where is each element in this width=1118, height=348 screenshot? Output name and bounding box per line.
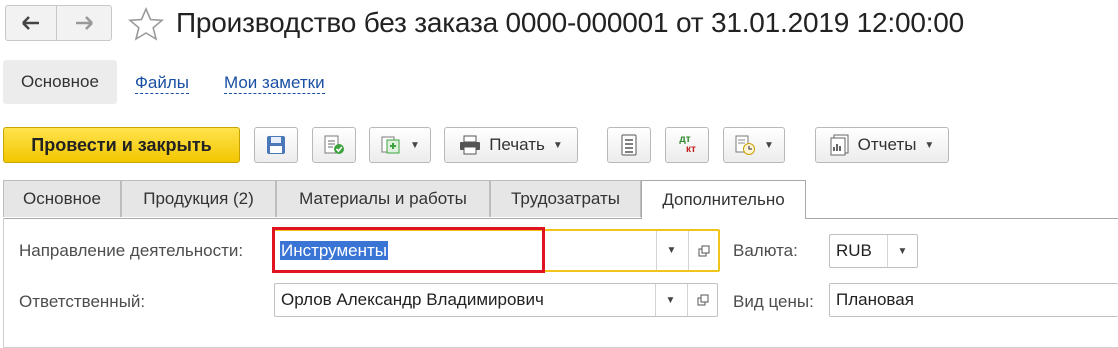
currency-label: Валюта: bbox=[733, 241, 798, 260]
price-type-label: Вид цены: bbox=[733, 292, 814, 311]
forward-button[interactable] bbox=[56, 5, 112, 41]
responsible-label: Ответственный: bbox=[19, 292, 146, 311]
price-type-field[interactable]: Плановая bbox=[829, 283, 1118, 317]
post-button[interactable] bbox=[312, 127, 356, 163]
kt-label: кт bbox=[686, 144, 696, 155]
chevron-down-icon: ▼ bbox=[924, 139, 935, 151]
currency-value: RUB bbox=[836, 241, 872, 260]
open-icon[interactable] bbox=[687, 284, 717, 316]
chevron-down-icon[interactable]: ▼ bbox=[655, 284, 685, 316]
tab-main[interactable]: Основное bbox=[3, 180, 121, 217]
chevron-down-icon[interactable]: ▼ bbox=[656, 231, 686, 270]
printer-icon bbox=[460, 135, 481, 155]
annotation-highlight-box bbox=[272, 227, 545, 273]
post-and-close-button[interactable]: Провести и закрыть bbox=[3, 127, 240, 163]
tab-labor-costs[interactable]: Трудозатраты bbox=[490, 180, 641, 217]
post-document-icon bbox=[324, 135, 344, 154]
back-button[interactable] bbox=[5, 5, 57, 41]
document-clock-icon bbox=[735, 135, 756, 155]
create-based-on-button[interactable]: ▼ bbox=[369, 127, 431, 163]
page-title: Производство без заказа 0000-000001 от 3… bbox=[176, 7, 965, 38]
list-icon bbox=[621, 134, 637, 156]
related-documents-button[interactable]: ▼ bbox=[723, 127, 785, 163]
report-icon bbox=[830, 134, 849, 156]
chevron-down-icon: ▼ bbox=[552, 139, 563, 151]
chevron-down-icon[interactable]: ▼ bbox=[887, 235, 917, 267]
section-main[interactable]: Основное bbox=[3, 60, 117, 104]
reports-button[interactable]: Отчеты ▼ bbox=[815, 127, 949, 163]
tab-materials-and-works[interactable]: Материалы и работы bbox=[276, 180, 490, 217]
dt-kt-button[interactable]: дт кт bbox=[665, 127, 709, 163]
open-icon[interactable] bbox=[688, 231, 718, 270]
section-files-link[interactable]: Файлы bbox=[135, 73, 190, 94]
responsible-value: Орлов Александр Владимирович bbox=[281, 290, 544, 309]
reports-label: Отчеты bbox=[857, 135, 917, 154]
currency-field[interactable]: RUB ▼ bbox=[829, 234, 918, 268]
print-label: Печать bbox=[489, 135, 545, 154]
chevron-down-icon: ▼ bbox=[764, 139, 774, 151]
section-notes-link[interactable]: Мои заметки bbox=[224, 73, 325, 94]
arrow-left-icon bbox=[22, 16, 39, 30]
responsible-field[interactable]: Орлов Александр Владимирович ▼ bbox=[274, 283, 718, 317]
direction-label: Направление деятельности: bbox=[19, 241, 244, 260]
arrow-right-icon bbox=[76, 16, 93, 30]
print-button[interactable]: Печать ▼ bbox=[444, 127, 578, 163]
price-type-value: Плановая bbox=[836, 290, 914, 309]
save-button[interactable] bbox=[254, 127, 298, 163]
star-icon[interactable] bbox=[128, 7, 164, 41]
tab-additional[interactable]: Дополнительно bbox=[641, 180, 806, 219]
document-journal-button[interactable] bbox=[607, 127, 651, 163]
tab-products[interactable]: Продукция (2) bbox=[121, 180, 276, 217]
floppy-disk-icon bbox=[267, 136, 285, 154]
chevron-down-icon: ▼ bbox=[410, 139, 420, 151]
create-based-icon bbox=[381, 136, 400, 154]
